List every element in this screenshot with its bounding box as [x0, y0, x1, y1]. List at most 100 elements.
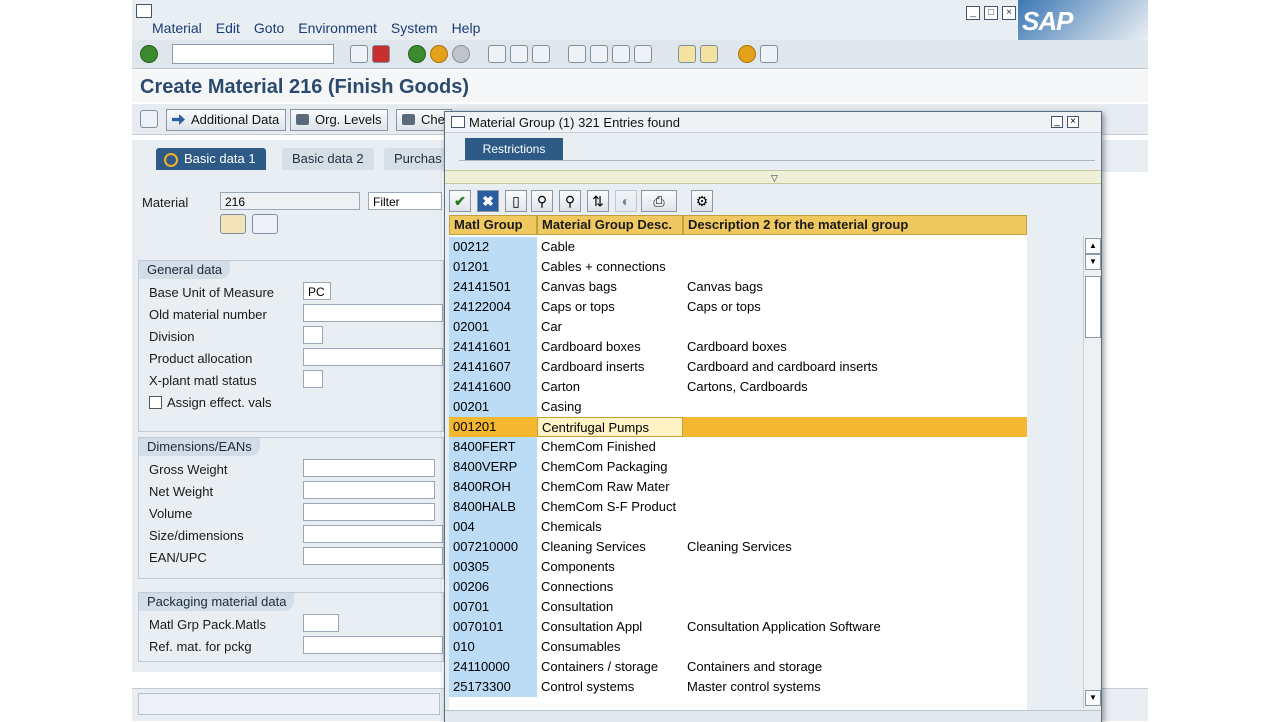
- list-cell-group-desc[interactable]: Casing: [537, 397, 683, 417]
- ref-mat-pckg-field[interactable]: [303, 636, 443, 654]
- find-in-list-icon[interactable]: ⚲: [531, 190, 553, 212]
- list-cell-matl-group[interactable]: 24122004: [449, 297, 537, 317]
- select-views-icon[interactable]: [140, 110, 158, 128]
- exit-icon[interactable]: [430, 45, 448, 63]
- layout-menu-icon[interactable]: [760, 45, 778, 63]
- back-icon[interactable]: [408, 45, 426, 63]
- list-cell-description-2[interactable]: [683, 397, 1027, 417]
- find-next-in-list-icon[interactable]: ⚲: [559, 190, 581, 212]
- old-material-field[interactable]: [303, 304, 443, 322]
- list-cell-group-desc[interactable]: Cleaning Services: [537, 537, 683, 557]
- tab-basic-data-1[interactable]: Basic data 1: [156, 148, 266, 170]
- base-uom-field[interactable]: PC: [303, 282, 331, 300]
- list-cell-group-desc[interactable]: Consumables: [537, 637, 683, 657]
- menu-material[interactable]: Material: [152, 20, 202, 36]
- list-cell-description-2[interactable]: [683, 557, 1027, 577]
- menu-edit[interactable]: Edit: [216, 20, 240, 36]
- first-page-icon[interactable]: [568, 45, 586, 63]
- help-icon[interactable]: [738, 45, 756, 63]
- additional-data-button[interactable]: Additional Data: [166, 109, 287, 131]
- list-cell-group-desc[interactable]: Cardboard boxes: [537, 337, 683, 357]
- menu-help[interactable]: Help: [452, 20, 481, 36]
- print-list-icon[interactable]: ⎙: [641, 190, 677, 212]
- system-menu-icon[interactable]: [136, 4, 152, 18]
- list-cell-description-2[interactable]: [683, 417, 1027, 437]
- list-cell-description-2[interactable]: [683, 597, 1027, 617]
- scroll-thumb[interactable]: [1085, 276, 1101, 338]
- tab-purchasing[interactable]: Purchas: [384, 148, 452, 170]
- list-cell-description-2[interactable]: Consultation Application Software: [683, 617, 1027, 637]
- restrictions-tab[interactable]: Restrictions: [465, 138, 563, 160]
- ean-upc-field[interactable]: [303, 547, 443, 565]
- copy-icon[interactable]: [220, 214, 246, 234]
- list-cell-group-desc[interactable]: ChemCom S-F Product: [537, 497, 683, 517]
- org-levels-button[interactable]: Org. Levels: [290, 109, 389, 131]
- column-header-material-group-desc[interactable]: Material Group Desc.: [537, 215, 683, 235]
- list-cell-description-2[interactable]: Caps or tops: [683, 297, 1027, 317]
- list-cell-matl-group[interactable]: 007210000: [449, 537, 537, 557]
- list-scrollbar[interactable]: ▲ ▼ ▼: [1083, 236, 1101, 708]
- previous-icon[interactable]: [350, 45, 368, 63]
- restrictions-splitter[interactable]: ▽: [445, 170, 1101, 184]
- list-cell-group-desc[interactable]: ChemCom Finished: [537, 437, 683, 457]
- list-cell-description-2[interactable]: [683, 317, 1027, 337]
- list-cell-description-2[interactable]: [683, 477, 1027, 497]
- scroll-up-icon[interactable]: ▲: [1085, 238, 1101, 254]
- list-cell-matl-group[interactable]: 00701: [449, 597, 537, 617]
- list-cell-matl-group[interactable]: 00212: [449, 237, 537, 257]
- close-icon[interactable]: ×: [1002, 6, 1016, 20]
- list-cell-group-desc[interactable]: Consultation Appl: [537, 617, 683, 637]
- list-cell-matl-group[interactable]: 8400VERP: [449, 457, 537, 477]
- find-icon[interactable]: [510, 45, 528, 63]
- list-cell-matl-group[interactable]: 8400HALB: [449, 497, 537, 517]
- list-cell-description-2[interactable]: [683, 257, 1027, 277]
- scroll-up-page-icon[interactable]: ▼: [1085, 254, 1101, 270]
- list-cell-description-2[interactable]: Cardboard and cardboard inserts: [683, 357, 1027, 377]
- list-cell-description-2[interactable]: Containers and storage: [683, 657, 1027, 677]
- list-cell-group-desc[interactable]: ChemCom Packaging: [537, 457, 683, 477]
- previous-page-icon[interactable]: [590, 45, 608, 63]
- list-cell-description-2[interactable]: [683, 517, 1027, 537]
- size-dimensions-field[interactable]: [303, 525, 443, 543]
- cancel-dialog-icon[interactable]: ✖: [477, 190, 499, 212]
- list-cell-description-2[interactable]: [683, 577, 1027, 597]
- list-cell-matl-group[interactable]: 8400ROH: [449, 477, 537, 497]
- volume-field[interactable]: [303, 503, 435, 521]
- list-cell-description-2[interactable]: [683, 237, 1027, 257]
- list-cell-matl-group[interactable]: 8400FERT: [449, 437, 537, 457]
- create-session-icon[interactable]: [678, 45, 696, 63]
- list-cell-group-desc[interactable]: Cable: [537, 237, 683, 257]
- list-cell-matl-group[interactable]: 24141600: [449, 377, 537, 397]
- menu-system[interactable]: System: [391, 20, 438, 36]
- print-icon[interactable]: [488, 45, 506, 63]
- list-cell-description-2[interactable]: Canvas bags: [683, 277, 1027, 297]
- list-cell-matl-group[interactable]: 24110000: [449, 657, 537, 677]
- matl-grp-pack-field[interactable]: [303, 614, 339, 632]
- list-cell-matl-group[interactable]: 004: [449, 517, 537, 537]
- column-header-description-2[interactable]: Description 2 for the material group: [683, 215, 1027, 235]
- list-cell-description-2[interactable]: Master control systems: [683, 677, 1027, 697]
- list-cell-matl-group[interactable]: 00201: [449, 397, 537, 417]
- list-cell-group-desc[interactable]: Connections: [537, 577, 683, 597]
- list-cell-group-desc[interactable]: Control systems: [537, 677, 683, 697]
- list-cell-matl-group[interactable]: 001201: [449, 417, 537, 437]
- list-cell-group-desc[interactable]: Car: [537, 317, 683, 337]
- list-cell-group-desc[interactable]: Cardboard inserts: [537, 357, 683, 377]
- list-cell-matl-group[interactable]: 24141601: [449, 337, 537, 357]
- product-allocation-field[interactable]: [303, 348, 443, 366]
- list-cell-description-2[interactable]: [683, 497, 1027, 517]
- gross-weight-field[interactable]: [303, 459, 435, 477]
- list-cell-matl-group[interactable]: 25173300: [449, 677, 537, 697]
- assign-effect-vals-checkbox[interactable]: [149, 396, 162, 409]
- list-cell-matl-group[interactable]: 01201: [449, 257, 537, 277]
- enter-icon[interactable]: [140, 45, 158, 63]
- maximize-icon[interactable]: □: [984, 6, 998, 20]
- list-cell-matl-group[interactable]: 24141607: [449, 357, 537, 377]
- list-cell-description-2[interactable]: Cleaning Services: [683, 537, 1027, 557]
- xplant-status-field[interactable]: [303, 370, 323, 388]
- division-field[interactable]: [303, 326, 323, 344]
- list-cell-group-desc[interactable]: Caps or tops: [537, 297, 683, 317]
- shortcut-icon[interactable]: [700, 45, 718, 63]
- net-weight-field[interactable]: [303, 481, 435, 499]
- save-icon[interactable]: [372, 45, 390, 63]
